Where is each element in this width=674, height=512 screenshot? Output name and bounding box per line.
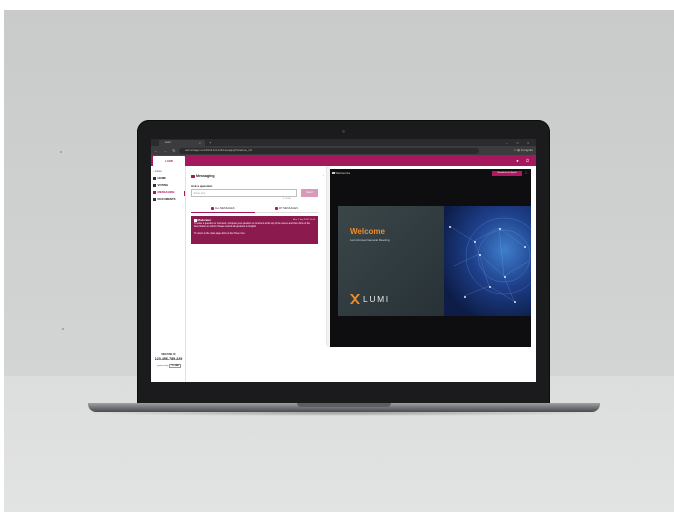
logo-tab: LUMI	[153, 156, 185, 166]
welcome-heading: Welcome	[350, 227, 385, 236]
laptop-notch	[297, 403, 391, 407]
message-icon	[191, 174, 195, 178]
messaging-title: Messaging	[191, 174, 215, 178]
welcome-slide: Welcome Lumi Annual General Meeting LUMI	[338, 206, 444, 316]
expand-icon[interactable]: ⛶	[525, 171, 527, 175]
broadcast-button[interactable]: Broadcast to Speak	[492, 171, 522, 176]
voting-icon	[153, 183, 156, 187]
messaging-panel: Messaging ‹ Ask a question Enter text Se…	[187, 166, 327, 345]
moderator-body: To enter a question or comment, compose …	[194, 223, 310, 228]
ask-question-label: Ask a question	[191, 184, 213, 188]
lumi-wordmark: LUMI	[363, 294, 390, 304]
network-node	[474, 241, 476, 243]
network-node	[489, 286, 491, 288]
network-node	[479, 254, 481, 256]
sidebar-item-home[interactable]: HOME	[153, 176, 166, 180]
browser-address-bar: ← → ↻ web.lumiagm.com/#/100-101-102/mess…	[151, 146, 536, 155]
document-icon	[153, 197, 156, 201]
char-count: 0 / 1000	[283, 198, 291, 200]
network-node	[514, 301, 516, 303]
home-icon	[153, 176, 156, 180]
wall-speck	[62, 328, 64, 330]
sidebar-item-voting[interactable]: VOTING	[153, 183, 168, 187]
tab-all-messages[interactable]: ALL MESSAGES	[191, 206, 255, 213]
messaging-title-text: Messaging	[196, 174, 215, 178]
messages-icon	[211, 207, 214, 210]
header-icons[interactable]: ● ⏻	[516, 157, 532, 164]
video-title: Webcast live	[332, 172, 350, 175]
laptop-screen: Lumi × + – □ × ← → ↻ web.lumiagm.com/#/1…	[151, 139, 536, 382]
network-node	[464, 296, 466, 298]
moderator-header: Moderator	[194, 218, 211, 222]
video-panel: Webcast live Broadcast to Speak ⛶ Welcom…	[330, 169, 531, 347]
powered-by-text: powered by	[157, 365, 169, 367]
video-title-text: Webcast live	[335, 172, 351, 175]
url-field[interactable]: web.lumiagm.com/#/100-101-102/messaging?…	[179, 147, 479, 154]
moderator-body: To return to the main page click on the …	[194, 233, 246, 235]
browser-nav-icons[interactable]: ← → ↻	[154, 147, 178, 154]
moderator-message: Moderator Mon 7 Sep 2020 10:44 To enter …	[191, 216, 318, 244]
network-node	[449, 226, 451, 228]
sidebar-item-messaging[interactable]: MESSAGING	[153, 190, 175, 194]
video-icon	[332, 172, 335, 175]
lumi-mini-logo: X LUMI	[169, 364, 181, 368]
tab-mine-label: MY MESSAGES	[278, 207, 298, 210]
sidebar-item-documents[interactable]: DOCUMENTS	[153, 197, 176, 201]
moderator-title: Moderator	[197, 218, 212, 222]
lumi-x-icon	[350, 294, 360, 304]
powered-by: powered by X LUMI	[154, 364, 184, 368]
camera-dot	[342, 130, 345, 133]
user-icon	[275, 207, 278, 210]
network-node	[524, 246, 526, 248]
sidebar-item-label: MESSAGING	[157, 190, 175, 194]
moderator-timestamp: Mon 7 Sep 2020 10:44	[292, 218, 315, 221]
network-lines	[448, 217, 531, 302]
collapse-icon[interactable]: ‹	[323, 173, 324, 177]
message-tabs: ALL MESSAGES MY MESSAGES	[191, 206, 318, 213]
active-indicator	[184, 191, 185, 196]
app-logo: LUMI	[165, 159, 173, 163]
network-globe-image	[444, 206, 531, 316]
meeting-id: 123-456-789-229	[154, 357, 183, 361]
network-node	[504, 276, 506, 278]
network-node	[499, 228, 501, 230]
browser-right-controls[interactable]: ☆ ▤ Incognito	[514, 147, 533, 154]
message-icon	[153, 190, 156, 194]
question-input[interactable]: Enter text	[191, 189, 297, 197]
sidebar: ‹ Close HOME VOTING MESSAGING DOCUMENTS …	[151, 166, 186, 382]
tab-my-messages[interactable]: MY MESSAGES	[255, 206, 318, 213]
welcome-subtitle: Lumi Annual General Meeting	[350, 238, 390, 242]
sidebar-item-label: HOME	[157, 176, 166, 180]
pin-icon	[194, 219, 197, 222]
sidebar-item-label: VOTING	[157, 183, 169, 187]
tab-all-label: ALL MESSAGES	[214, 207, 235, 210]
app-header	[151, 155, 536, 166]
send-button[interactable]: Send	[301, 189, 318, 197]
wall-speck	[60, 151, 62, 153]
sidebar-item-label: DOCUMENTS	[157, 197, 176, 201]
sidebar-close-link[interactable]: ‹ Close	[153, 169, 162, 173]
meeting-id-label: MEETING ID	[161, 353, 176, 356]
browser-tab-bar: Lumi × + – □ ×	[151, 139, 536, 146]
